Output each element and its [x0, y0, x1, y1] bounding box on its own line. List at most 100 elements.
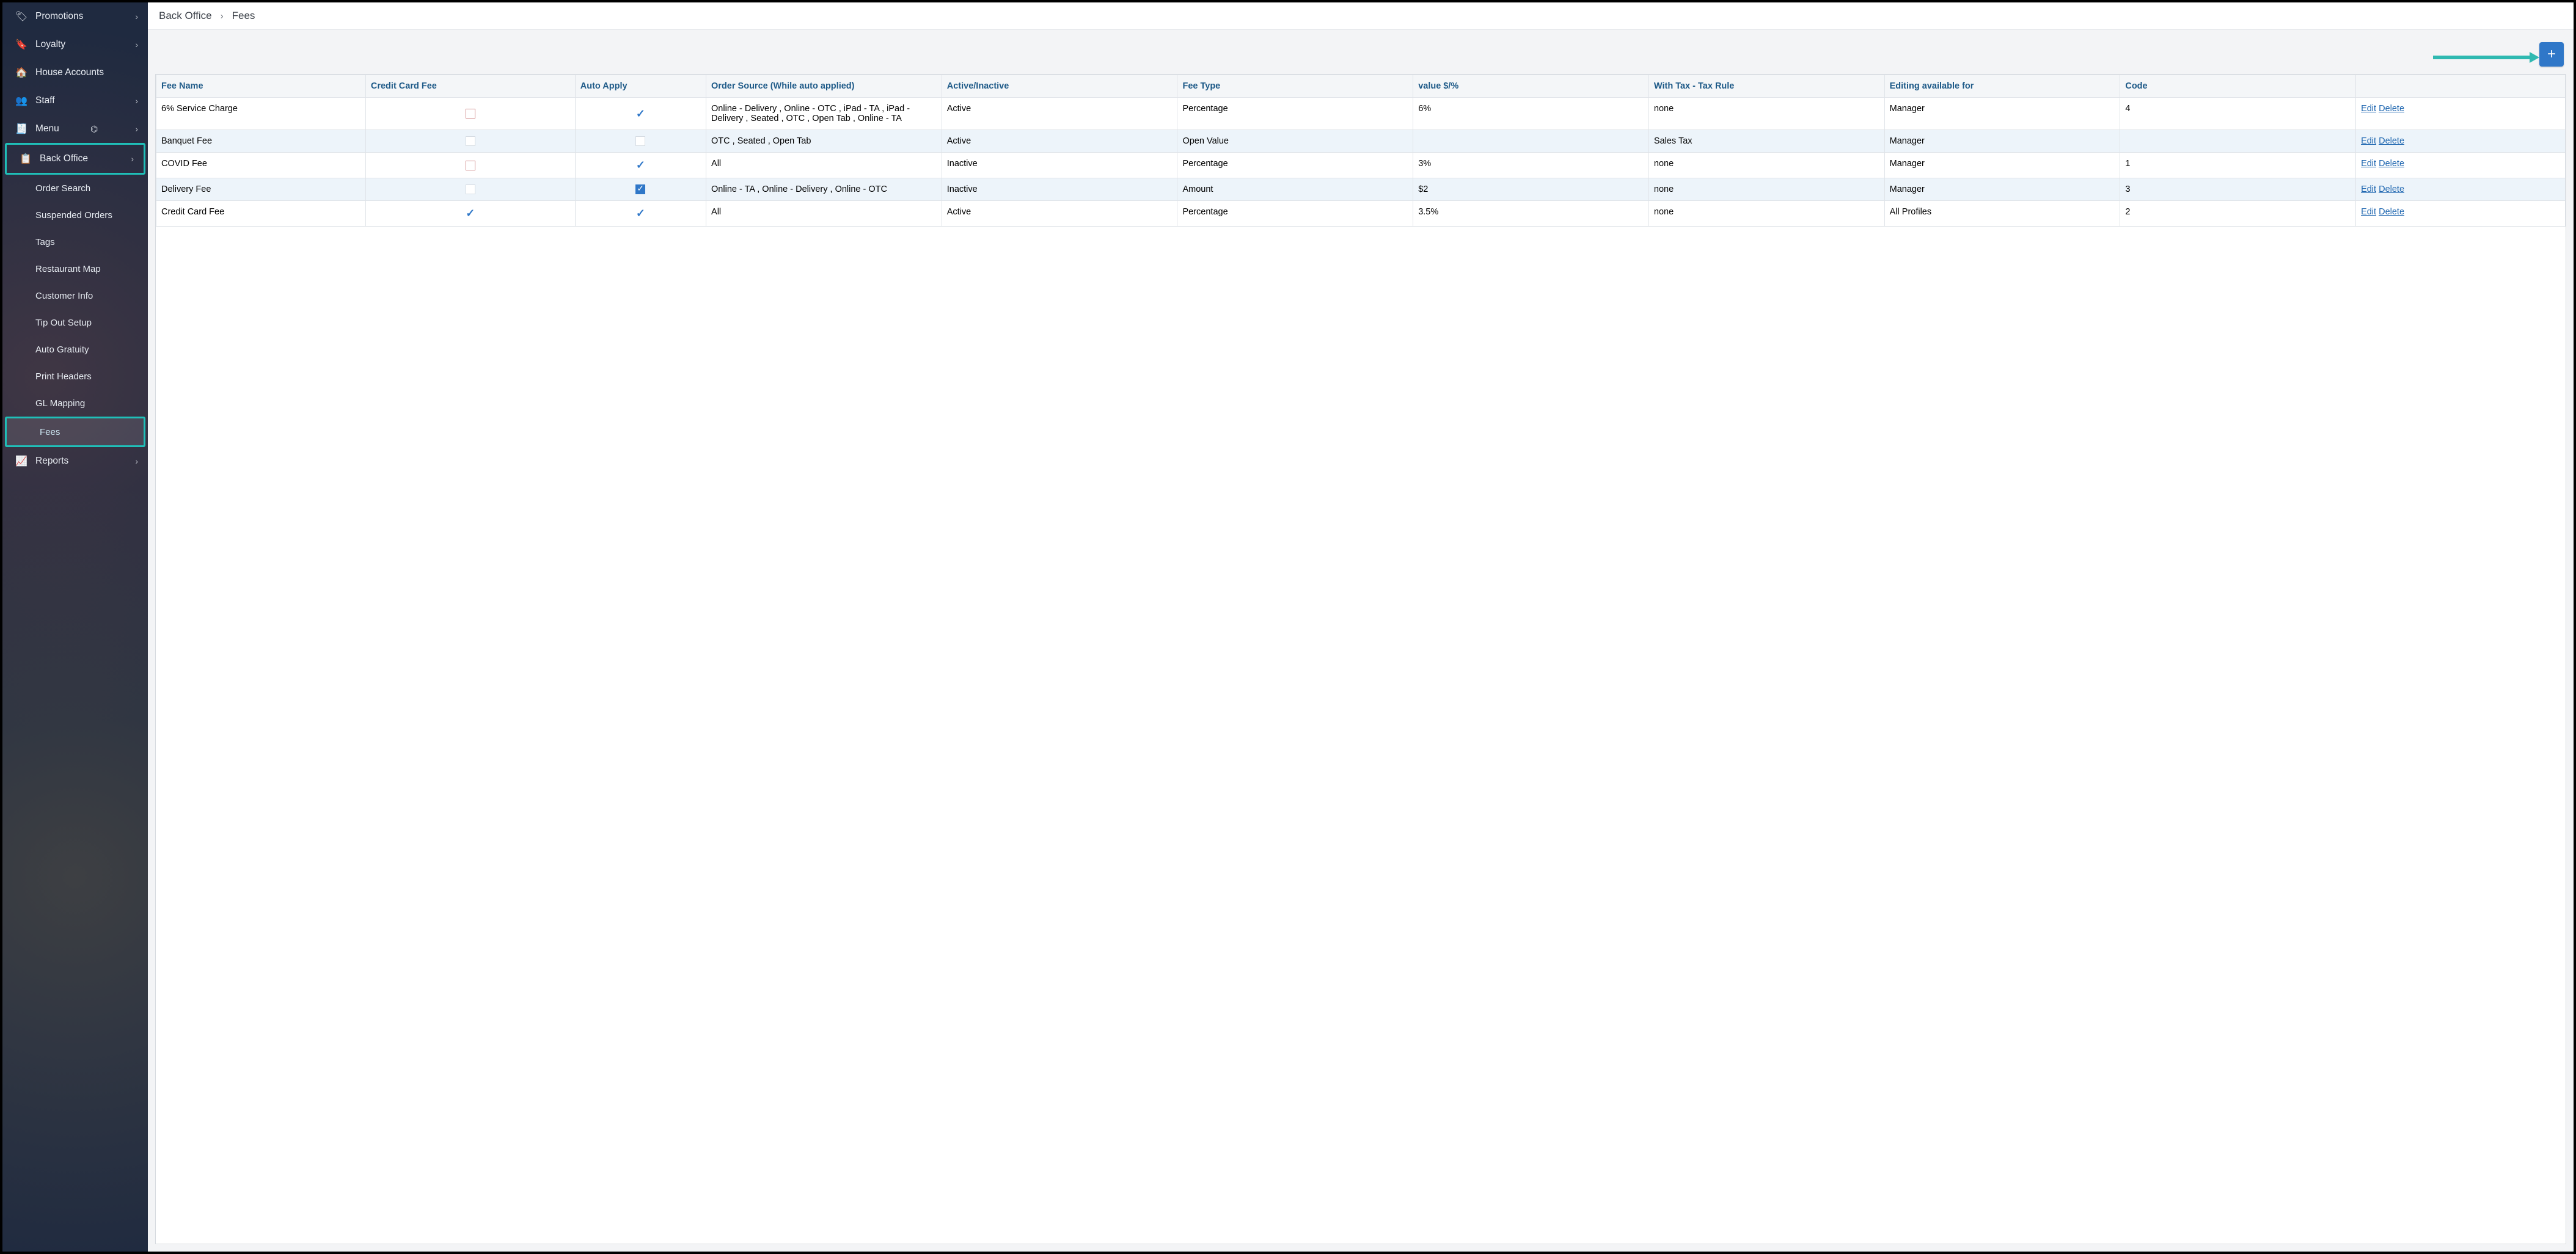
- sidebar-sub-label: Fees: [40, 427, 60, 437]
- edit-link[interactable]: Edit: [2361, 104, 2376, 114]
- cell-active: Active: [942, 98, 1177, 130]
- cell-cc-fee: ✓: [365, 201, 575, 227]
- cell-value: [1413, 130, 1649, 153]
- sidebar-sub-label: Suspended Orders: [35, 210, 112, 221]
- chevron-right-icon: ›: [135, 124, 138, 134]
- sidebar-sub-order-search[interactable]: Order Search: [2, 175, 148, 202]
- delete-link[interactable]: Delete: [2379, 104, 2404, 114]
- sidebar-sub-fees[interactable]: Fees: [7, 418, 144, 445]
- delete-link[interactable]: Delete: [2379, 207, 2404, 217]
- column-header[interactable]: Credit Card Fee: [365, 75, 575, 98]
- cell-tax: none: [1648, 98, 1884, 130]
- sidebar-sub-auto-gratuity[interactable]: Auto Gratuity: [2, 336, 148, 363]
- cell-cc-fee: [365, 98, 575, 130]
- sidebar-item-promotions[interactable]: 🏷Promotions›: [2, 2, 148, 31]
- cell-editing: Manager: [1884, 98, 2120, 130]
- edit-link[interactable]: Edit: [2361, 207, 2376, 217]
- check-icon: ✓: [636, 108, 645, 120]
- cell-fee-name: Delivery Fee: [156, 178, 366, 201]
- cell-actions: Edit Delete: [2356, 201, 2566, 227]
- table-row: COVID Fee✓AllInactivePercentage3%noneMan…: [156, 153, 2566, 178]
- add-fee-button[interactable]: +: [2539, 42, 2564, 67]
- sidebar-sub-label: Customer Info: [35, 291, 93, 301]
- sidebar-sub-print-headers[interactable]: Print Headers: [2, 363, 148, 390]
- cell-active: Active: [942, 201, 1177, 227]
- sidebar-sub-suspended-orders[interactable]: Suspended Orders: [2, 202, 148, 228]
- sitemap-icon: ⌬: [90, 124, 98, 134]
- cell-order-source: All: [706, 153, 942, 178]
- checkbox-unchecked[interactable]: [466, 161, 475, 170]
- breadcrumb-root[interactable]: Back Office: [159, 10, 212, 22]
- highlight-fees: Fees: [5, 417, 145, 447]
- column-header[interactable]: Fee Type: [1177, 75, 1413, 98]
- checkbox-checked[interactable]: ✓: [635, 184, 645, 194]
- cell-fee-type: Percentage: [1177, 98, 1413, 130]
- check-icon: ✓: [466, 207, 475, 219]
- check-icon: ✓: [636, 159, 645, 171]
- delete-link[interactable]: Delete: [2379, 136, 2404, 146]
- table-row: Credit Card Fee✓✓AllActivePercentage3.5%…: [156, 201, 2566, 227]
- sidebar-sub-label: Print Headers: [35, 371, 92, 382]
- edit-link[interactable]: Edit: [2361, 159, 2376, 169]
- cell-cc-fee: [365, 178, 575, 201]
- sidebar-item-loyalty[interactable]: 🔖Loyalty›: [2, 31, 148, 59]
- cell-code: [2120, 130, 2356, 153]
- column-header[interactable]: With Tax - Tax Rule: [1648, 75, 1884, 98]
- sidebar-sub-tip-out-setup[interactable]: Tip Out Setup: [2, 309, 148, 336]
- delete-link[interactable]: Delete: [2379, 159, 2404, 169]
- cell-value: 6%: [1413, 98, 1649, 130]
- cell-code: 1: [2120, 153, 2356, 178]
- edit-link[interactable]: Edit: [2361, 136, 2376, 146]
- toolbar: +: [148, 30, 2574, 74]
- sidebar-sub-restaurant-map[interactable]: Restaurant Map: [2, 255, 148, 282]
- sidebar-sub-customer-info[interactable]: Customer Info: [2, 282, 148, 309]
- table-row: Banquet FeeOTC , Seated , Open TabActive…: [156, 130, 2566, 153]
- sidebar-item-reports[interactable]: 📈 Reports ›: [2, 447, 148, 475]
- cell-code: 4: [2120, 98, 2356, 130]
- cell-editing: All Profiles: [1884, 201, 2120, 227]
- cell-fee-type: Percentage: [1177, 153, 1413, 178]
- cell-editing: Manager: [1884, 178, 2120, 201]
- cell-value: 3.5%: [1413, 201, 1649, 227]
- checkbox-unchecked[interactable]: [466, 109, 475, 118]
- sidebar-item-staff[interactable]: 👥Staff›: [2, 87, 148, 115]
- sidebar-item-house-accounts[interactable]: 🏠House Accounts: [2, 59, 148, 87]
- chevron-right-icon: ›: [135, 456, 138, 466]
- cell-cc-fee: [365, 153, 575, 178]
- column-header[interactable]: value $/%: [1413, 75, 1649, 98]
- cell-fee-name: COVID Fee: [156, 153, 366, 178]
- cell-fee-name: 6% Service Charge: [156, 98, 366, 130]
- sidebar-sub-tags[interactable]: Tags: [2, 228, 148, 255]
- plus-icon: +: [2547, 46, 2556, 63]
- edit-link[interactable]: Edit: [2361, 184, 2376, 194]
- column-header[interactable]: Order Source (While auto applied): [706, 75, 942, 98]
- sidebar-item-label: Back Office: [40, 153, 88, 164]
- cell-actions: Edit Delete: [2356, 130, 2566, 153]
- sidebar-sub-gl-mapping[interactable]: GL Mapping: [2, 390, 148, 417]
- cell-tax: none: [1648, 201, 1884, 227]
- sidebar-item-menu[interactable]: 🧾Menu⌬›: [2, 115, 148, 143]
- column-header[interactable]: Fee Name: [156, 75, 366, 98]
- checkbox-unchecked[interactable]: [466, 136, 475, 146]
- sidebar-item-label: Reports: [35, 456, 68, 467]
- sidebar-item-back-office[interactable]: 📋 Back Office ›: [7, 145, 144, 173]
- delete-link[interactable]: Delete: [2379, 184, 2404, 194]
- cell-value: 3%: [1413, 153, 1649, 178]
- sidebar-sub-label: Tags: [35, 237, 55, 247]
- sidebar-sub-label: Order Search: [35, 183, 90, 194]
- checkbox-unchecked[interactable]: [466, 184, 475, 194]
- column-header[interactable]: Auto Apply: [575, 75, 706, 98]
- nav-icon: 👥: [15, 95, 28, 107]
- chevron-right-icon: ›: [131, 154, 134, 164]
- cell-tax: none: [1648, 153, 1884, 178]
- cell-cc-fee: [365, 130, 575, 153]
- cell-active: Active: [942, 130, 1177, 153]
- checkbox-unchecked[interactable]: [635, 136, 645, 146]
- column-header[interactable]: Editing available for: [1884, 75, 2120, 98]
- column-header[interactable]: [2356, 75, 2566, 98]
- cell-order-source: Online - TA , Online - Delivery , Online…: [706, 178, 942, 201]
- column-header[interactable]: Code: [2120, 75, 2356, 98]
- clipboard-icon: 📋: [19, 153, 32, 165]
- main-content: Back Office › Fees + Fee NameCredit Card…: [148, 2, 2574, 1252]
- column-header[interactable]: Active/Inactive: [942, 75, 1177, 98]
